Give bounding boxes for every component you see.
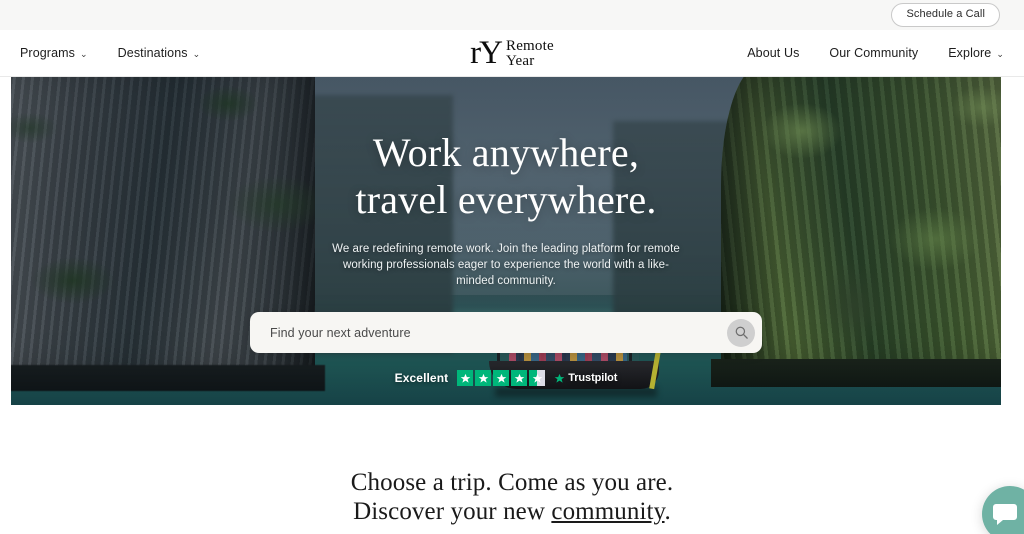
hero-subtitle: We are redefining remote work. Join the … (332, 243, 680, 287)
logo-wordmark: Remote Year (505, 37, 554, 69)
star-half-icon (529, 370, 546, 386)
community-link[interactable]: community (551, 498, 664, 525)
nav-item-programs-label: Programs (20, 46, 75, 60)
site-logo[interactable]: rY Remote Year (470, 30, 554, 77)
schedule-a-call-button[interactable]: Schedule a Call (891, 3, 1000, 27)
nav-item-about-us-label: About Us (747, 46, 800, 60)
utility-bar: Schedule a Call (0, 0, 1024, 30)
chevron-down-icon: ⌄ (79, 48, 88, 59)
section-title-line2-suffix: . (664, 498, 671, 525)
section-title: Choose a trip. Come as you are. Discover… (351, 468, 673, 526)
nav-item-destinations-label: Destinations (117, 46, 188, 60)
star-filled-icon (493, 370, 510, 386)
chat-bubble-icon (993, 504, 1017, 525)
chevron-down-icon: ⌄ (192, 48, 201, 59)
section-title-line2-prefix: Discover your new (353, 498, 552, 525)
hero-title-line2: travel everywhere. (355, 177, 657, 222)
page-root: Schedule a Call Programs ⌄ Destinations … (0, 0, 1024, 534)
search-icon (735, 326, 748, 339)
chevron-down-icon: ⌄ (996, 48, 1004, 59)
logo-monogram-icon: rY (470, 34, 503, 71)
hero-content: Work anywhere, travel everywhere. We are… (11, 77, 1001, 405)
hero-title-line1: Work anywhere, (372, 130, 640, 175)
nav-item-programs[interactable]: Programs ⌄ (20, 46, 88, 60)
logo-word-line2: Year (505, 52, 535, 69)
nav-item-about-us[interactable]: About Us (747, 46, 799, 60)
search-input[interactable] (270, 325, 727, 340)
search-submit-button[interactable] (727, 318, 755, 347)
trustpilot-rating[interactable]: Excellent Trustpilot (394, 370, 617, 386)
hero-banner: Work anywhere, travel everywhere. We are… (11, 77, 1001, 405)
nav-item-our-community-label: Our Community (829, 46, 919, 60)
nav-item-explore-label: Explore (948, 46, 992, 60)
nav-item-destinations[interactable]: Destinations ⌄ (118, 46, 201, 60)
nav-item-our-community[interactable]: Our Community (829, 46, 918, 60)
trustpilot-brand-label: Trustpilot (568, 372, 618, 384)
logo-word-line1: Remote (505, 37, 554, 54)
section-title-line1: Choose a trip. Come as you are. (350, 469, 674, 496)
star-filled-icon (511, 370, 528, 386)
hero-search-bar[interactable] (250, 312, 762, 353)
star-filled-icon (457, 370, 474, 386)
trustpilot-stars (457, 370, 546, 386)
trip-intro-section: Choose a trip. Come as you are. Discover… (0, 405, 1024, 534)
star-filled-icon (475, 370, 492, 386)
nav-item-explore[interactable]: Explore ⌄ (948, 46, 1004, 60)
trustpilot-star-icon (554, 373, 565, 383)
trustpilot-brand[interactable]: Trustpilot (554, 372, 617, 384)
trustpilot-rating-label: Excellent (394, 371, 449, 385)
hero-title: Work anywhere, travel everywhere. (355, 129, 656, 223)
nav-left-group: Programs ⌄ Destinations ⌄ (0, 46, 200, 60)
nav-right-group: About Us Our Community Explore ⌄ (747, 46, 1024, 60)
